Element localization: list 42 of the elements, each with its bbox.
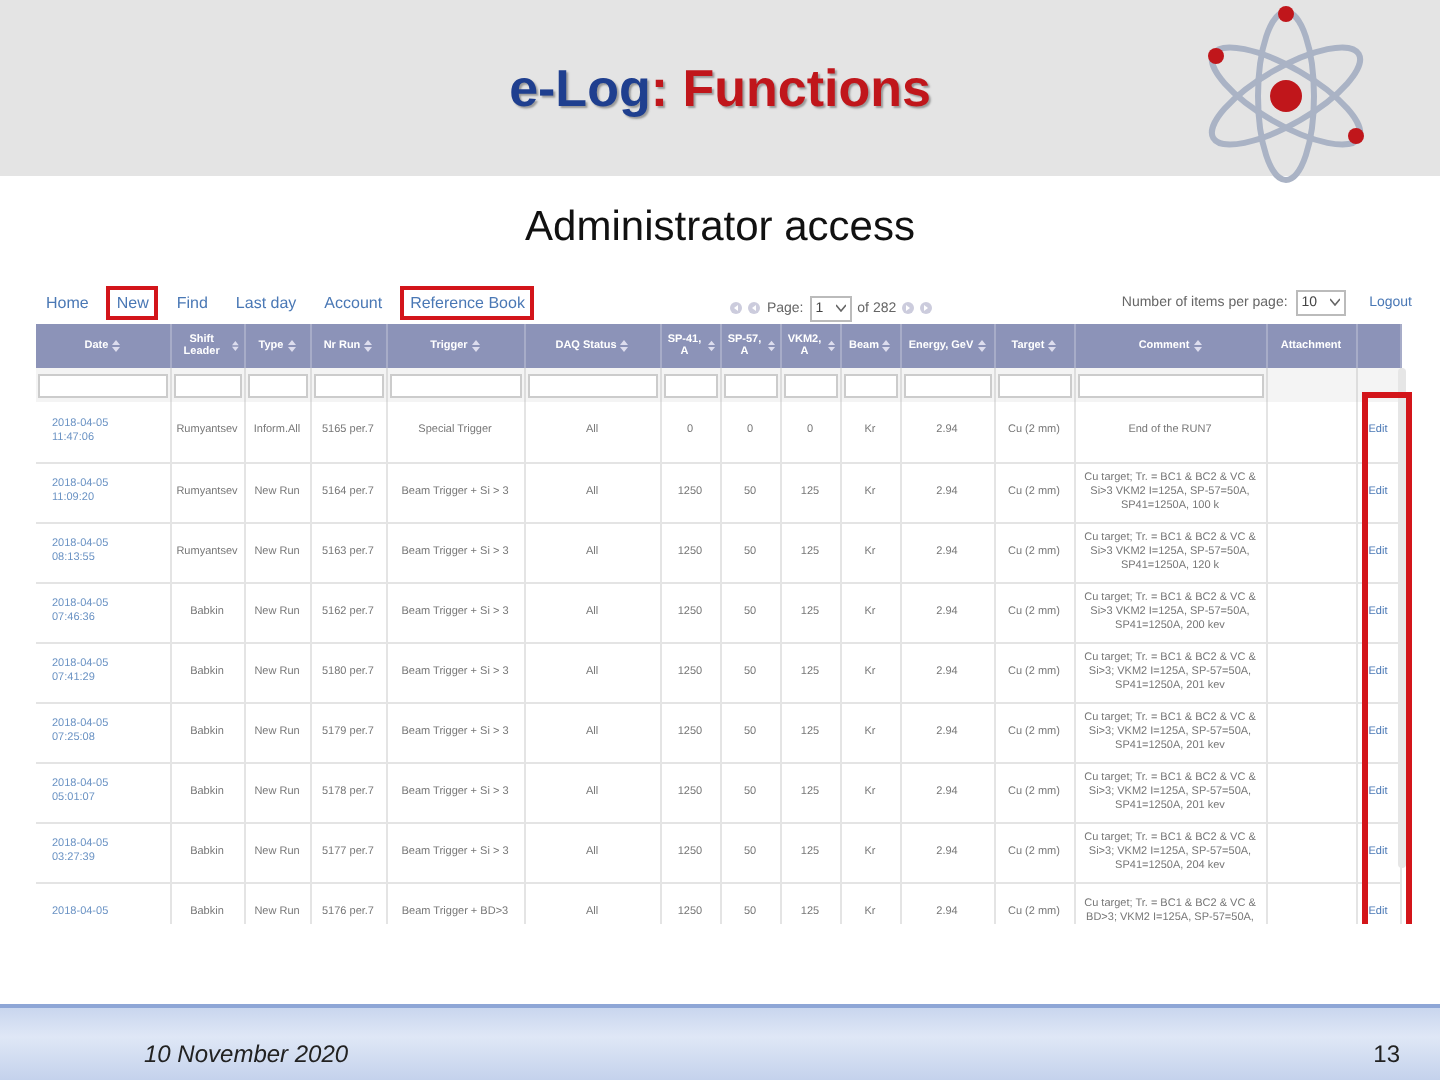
nav-link[interactable]: Last day (225, 285, 307, 319)
previous-page-icon[interactable] (748, 302, 761, 314)
nav-link[interactable]: New (106, 285, 159, 319)
next-page-icon[interactable] (902, 302, 915, 314)
caret-icon (1329, 298, 1340, 306)
sort-icon[interactable] (471, 340, 480, 352)
filter-field[interactable] (843, 373, 897, 397)
filter-field[interactable] (247, 373, 307, 397)
filter-field[interactable] (173, 373, 241, 397)
sort-icon[interactable] (287, 340, 296, 352)
slide-date: 10 November 2020 (144, 1040, 349, 1068)
sort-icon[interactable] (707, 340, 715, 352)
filter-field[interactable] (663, 373, 717, 397)
sort-icon[interactable] (977, 340, 986, 352)
filter-field[interactable] (389, 373, 521, 397)
sort-icon[interactable] (882, 340, 891, 352)
sort-icon[interactable] (827, 340, 835, 352)
last-page-icon[interactable] (920, 302, 933, 314)
slide-subtitle: Administrator access (525, 204, 915, 254)
filter-field[interactable] (527, 373, 657, 397)
filter-field[interactable] (38, 373, 167, 397)
filter-field[interactable] (1077, 373, 1263, 397)
sort-icon[interactable] (620, 340, 629, 352)
filter-field[interactable] (997, 373, 1071, 397)
sort-icon[interactable] (767, 340, 775, 352)
first-page-icon[interactable] (730, 302, 743, 314)
filter-field[interactable] (723, 373, 777, 397)
nav-link[interactable]: Reference Book (400, 285, 535, 319)
nav-link[interactable]: Account (314, 285, 393, 319)
caret-icon (835, 304, 846, 312)
filter-field[interactable] (313, 373, 383, 397)
sort-icon[interactable] (232, 340, 239, 352)
filter-field[interactable] (783, 373, 837, 397)
slide-title: e-Log: Functions (509, 57, 931, 119)
sort-icon[interactable] (1048, 340, 1057, 352)
sort-icon[interactable] (364, 340, 373, 352)
filter-field[interactable] (903, 373, 991, 397)
sort-icon[interactable] (1193, 340, 1202, 352)
sort-icon[interactable] (112, 340, 121, 352)
nav-link[interactable]: Home (36, 285, 99, 319)
nav-link[interactable]: Find (166, 285, 218, 319)
slide-number: 13 (1373, 1040, 1400, 1068)
